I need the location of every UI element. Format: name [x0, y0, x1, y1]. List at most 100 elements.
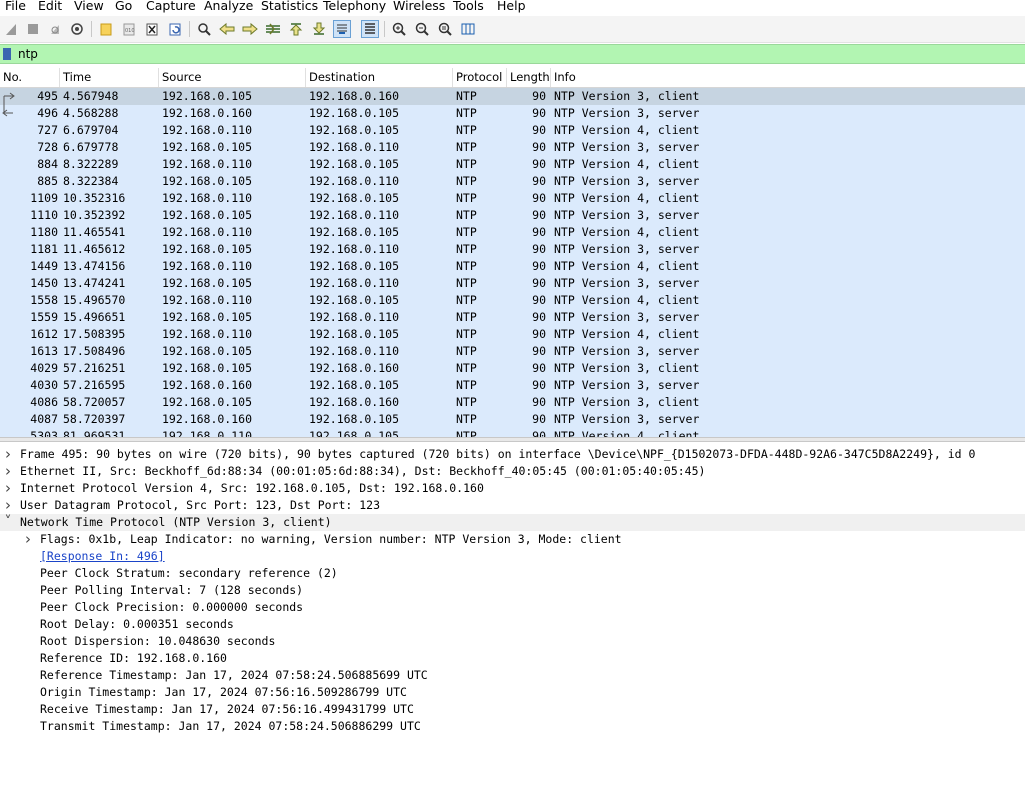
detail-tree-item[interactable]: › Internet Protocol Version 4, Src: 192.1… [0, 480, 1025, 497]
packet-rows: 495 4.567948 192.168.0.105 192.168.0.160 NTP… [0, 88, 1025, 437]
packet-destination: 192.168.0.110 [309, 174, 400, 188]
packet-row[interactable]: 4030 57.216595 192.168.0.160 192.168.0.105 N… [0, 377, 1025, 394]
find-packet-icon[interactable] [195, 20, 213, 38]
detail-tree-item[interactable]: Receive Timestamp: Jan 17, 2024 07:56:16… [0, 701, 1025, 718]
reload-icon[interactable] [166, 20, 184, 38]
go-to-packet-icon[interactable] [264, 20, 282, 38]
packet-row[interactable]: 5303 81.969531 192.168.0.110 192.168.0.105 N… [0, 428, 1025, 437]
expand-arrow-icon[interactable]: › [2, 463, 14, 480]
expand-arrow-icon[interactable]: › [2, 497, 14, 514]
packet-number: 1180 [30, 225, 58, 239]
packet-row[interactable]: 1109 10.352316 192.168.0.110 192.168.0.105 N… [0, 190, 1025, 207]
detail-tree-item[interactable]: Origin Timestamp: Jan 17, 2024 07:56:16.… [0, 684, 1025, 701]
detail-tree-item[interactable]: Reference ID: 192.168.0.160 [0, 650, 1025, 667]
packet-row[interactable]: 885 8.322384 192.168.0.105 192.168.0.110 NTP… [0, 173, 1025, 190]
menu-view[interactable]: View [74, 0, 104, 14]
save-file-icon[interactable]: 010 [120, 20, 138, 38]
packet-row[interactable]: 1559 15.496651 192.168.0.105 192.168.0.110 N… [0, 309, 1025, 326]
packet-length: 90 [532, 361, 546, 375]
detail-tree-item[interactable]: Peer Clock Precision: 0.000000 seconds [0, 599, 1025, 616]
menu-statistics[interactable]: Statistics [261, 0, 318, 14]
menu-edit[interactable]: Edit [38, 0, 62, 14]
packet-row[interactable]: 1450 13.474241 192.168.0.105 192.168.0.110 N… [0, 275, 1025, 292]
expand-arrow-icon[interactable]: › [22, 531, 34, 548]
menu-capture[interactable]: Capture [146, 0, 196, 14]
column-header-destination[interactable]: Destination [306, 68, 453, 87]
packet-info: NTP Version 4, client [554, 327, 700, 341]
packet-row[interactable]: 728 6.679778 192.168.0.105 192.168.0.110 NTP… [0, 139, 1025, 156]
detail-tree-item[interactable]: Reference Timestamp: Jan 17, 2024 07:58:… [0, 667, 1025, 684]
resize-columns-icon[interactable] [459, 20, 477, 38]
packet-row[interactable]: 4087 58.720397 192.168.0.160 192.168.0.105 N… [0, 411, 1025, 428]
detail-tree-item[interactable]: Transmit Timestamp: Jan 17, 2024 07:58:2… [0, 718, 1025, 735]
packet-number: 4087 [30, 412, 58, 426]
column-header-protocol[interactable]: Protocol [453, 68, 507, 87]
colorize-icon[interactable] [361, 20, 379, 38]
column-header-source[interactable]: Source [159, 68, 306, 87]
column-header-info[interactable]: Info [551, 68, 1025, 87]
packet-row[interactable]: 1613 17.508496 192.168.0.105 192.168.0.110 N… [0, 343, 1025, 360]
packet-row[interactable]: 884 8.322289 192.168.0.110 192.168.0.105 NTP… [0, 156, 1025, 173]
go-last-icon[interactable] [310, 20, 328, 38]
open-file-icon[interactable] [97, 20, 115, 38]
go-back-icon[interactable] [218, 20, 236, 38]
detail-tree-item[interactable]: Root Delay: 0.000351 seconds [0, 616, 1025, 633]
menu-tools[interactable]: Tools [453, 0, 484, 14]
bookmark-icon[interactable] [3, 48, 11, 60]
packet-source: 192.168.0.160 [162, 378, 253, 392]
zoom-in-icon[interactable] [390, 20, 408, 38]
packet-length: 90 [532, 225, 546, 239]
detail-tree-item[interactable]: › Frame 495: 90 bytes on wire (720 bits),… [0, 446, 1025, 463]
packet-length: 90 [532, 327, 546, 341]
expand-arrow-icon[interactable]: › [2, 480, 14, 497]
detail-tree-item[interactable]: ˅ Network Time Protocol (NTP Version 3, c… [0, 514, 1025, 531]
detail-tree-item[interactable]: › Flags: 0x1b, Leap Indicator: no warning… [0, 531, 1025, 548]
pane-splitter[interactable] [0, 437, 1025, 442]
menu-help[interactable]: Help [497, 0, 526, 14]
zoom-normal-icon[interactable] [436, 20, 454, 38]
detail-text: Frame 495: 90 bytes on wire (720 bits), … [20, 447, 976, 461]
menu-file[interactable]: File [5, 0, 26, 14]
detail-tree-item[interactable]: Peer Polling Interval: 7 (128 seconds) [0, 582, 1025, 599]
toolbar-separator [189, 21, 190, 37]
expand-arrow-icon[interactable]: › [2, 446, 14, 463]
menu-wireless[interactable]: Wireless [393, 0, 445, 14]
detail-tree-item[interactable]: › Ethernet II, Src: Beckhoff_6d:88:34 (00… [0, 463, 1025, 480]
packet-protocol: NTP [456, 174, 477, 188]
menu-analyze[interactable]: Analyze [204, 0, 253, 14]
go-forward-icon[interactable] [241, 20, 259, 38]
packet-row[interactable]: 1558 15.496570 192.168.0.110 192.168.0.105 N… [0, 292, 1025, 309]
column-header-no[interactable]: No. [0, 68, 60, 87]
column-header-length[interactable]: Length [507, 68, 551, 87]
packet-row[interactable]: 1180 11.465541 192.168.0.110 192.168.0.105 N… [0, 224, 1025, 241]
close-file-icon[interactable] [143, 20, 161, 38]
packet-row[interactable]: 1449 13.474156 192.168.0.110 192.168.0.105 N… [0, 258, 1025, 275]
column-header-time[interactable]: Time [60, 68, 159, 87]
autoscroll-icon[interactable] [333, 20, 351, 38]
packet-row[interactable]: 496 4.568288 192.168.0.160 192.168.0.105 NTP… [0, 105, 1025, 122]
stop-icon[interactable] [24, 20, 42, 38]
packet-row[interactable]: 1612 17.508395 192.168.0.110 192.168.0.105 N… [0, 326, 1025, 343]
go-first-icon[interactable] [287, 20, 305, 38]
response-in-link[interactable]: [Response In: 496] [40, 548, 165, 565]
shark-fin-start-icon[interactable] [2, 20, 20, 38]
detail-tree-item[interactable]: Root Dispersion: 10.048630 seconds [0, 633, 1025, 650]
packet-row[interactable]: 1181 11.465612 192.168.0.105 192.168.0.110 N… [0, 241, 1025, 258]
collapse-arrow-icon[interactable]: ˅ [2, 514, 14, 531]
packet-row[interactable]: 4086 58.720057 192.168.0.105 192.168.0.160 N… [0, 394, 1025, 411]
display-filter-input[interactable] [18, 46, 1018, 62]
detail-tree-item[interactable]: › User Datagram Protocol, Src Port: 123, … [0, 497, 1025, 514]
menu-go[interactable]: Go [115, 0, 132, 14]
packet-row[interactable]: 495 4.567948 192.168.0.105 192.168.0.160 NTP… [0, 88, 1025, 105]
packet-protocol: NTP [456, 123, 477, 137]
packet-row[interactable]: 727 6.679704 192.168.0.110 192.168.0.105 NTP… [0, 122, 1025, 139]
detail-tree-item[interactable]: [Response In: 496] [0, 548, 1025, 565]
restart-icon[interactable] [46, 20, 64, 38]
zoom-out-icon[interactable] [413, 20, 431, 38]
menu-telephony[interactable]: Telephony [323, 0, 386, 14]
capture-options-icon[interactable] [68, 20, 86, 38]
packet-row[interactable]: 1110 10.352392 192.168.0.105 192.168.0.110 N… [0, 207, 1025, 224]
detail-tree-item[interactable]: Peer Clock Stratum: secondary reference … [0, 565, 1025, 582]
packet-row[interactable]: 4029 57.216251 192.168.0.105 192.168.0.160 N… [0, 360, 1025, 377]
packet-destination: 192.168.0.105 [309, 327, 400, 341]
